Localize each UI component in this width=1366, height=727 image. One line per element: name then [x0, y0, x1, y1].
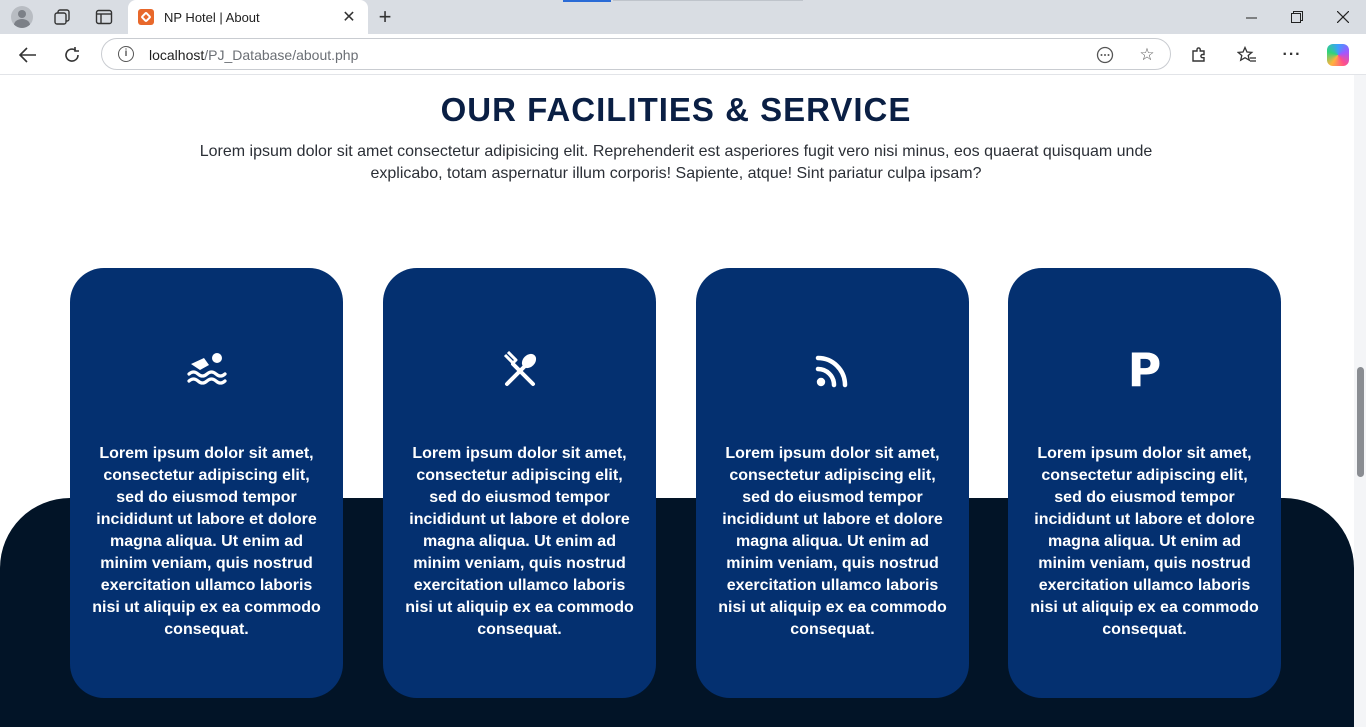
- address-bar[interactable]: i localhost/PJ_Database/about.php ☆: [101, 38, 1171, 70]
- facilities-intro: Lorem ipsum dolor sit amet consectetur a…: [199, 143, 1153, 182]
- browser-toolbar: i localhost/PJ_Database/about.php ☆ ···: [0, 34, 1366, 75]
- new-tab-button[interactable]: +: [372, 4, 398, 30]
- facilities-heading: OUR FACILITIES & SERVICE: [440, 91, 912, 128]
- back-arrow-icon[interactable]: [14, 41, 42, 69]
- page-viewport: OUR FACILITIES & SERVICE Lorem ipsum dol…: [0, 75, 1354, 727]
- facility-card-text: Lorem ipsum dolor sit amet, consectetur …: [718, 445, 947, 638]
- restore-window-icon[interactable]: [1274, 0, 1320, 34]
- extensions-puzzle-icon[interactable]: [1186, 42, 1212, 68]
- wifi-icon: [696, 344, 969, 396]
- tab-title: NP Hotel | About: [164, 9, 260, 25]
- copilot-icon[interactable]: [1325, 42, 1351, 68]
- facility-card-wifi: Lorem ipsum dolor sit amet, consectetur …: [696, 268, 969, 698]
- site-info-icon[interactable]: i: [118, 46, 134, 62]
- close-window-icon[interactable]: [1320, 0, 1366, 34]
- url-text[interactable]: localhost/PJ_Database/about.php: [149, 47, 358, 63]
- facility-card-text: Lorem ipsum dolor sit amet, consectetur …: [92, 445, 321, 638]
- tab-strip-divider: [613, 0, 803, 1]
- swimming-icon: [70, 344, 343, 396]
- favorite-star-icon[interactable]: ☆: [1137, 45, 1157, 65]
- favorites-list-icon[interactable]: [1234, 42, 1260, 68]
- profile-button[interactable]: [8, 5, 36, 29]
- facility-card-text: Lorem ipsum dolor sit amet, consectetur …: [1030, 445, 1259, 638]
- parking-icon: P: [1008, 344, 1281, 396]
- facility-card-dining: Lorem ipsum dolor sit amet, consectetur …: [383, 268, 656, 698]
- xampp-favicon-icon: [138, 9, 154, 25]
- immersive-reader-icon[interactable]: [1095, 45, 1115, 65]
- workspaces-icon[interactable]: [48, 5, 76, 29]
- scrollbar-thumb[interactable]: [1357, 367, 1364, 477]
- page-scrollbar[interactable]: [1354, 75, 1366, 727]
- parking-glyph: P: [1127, 343, 1162, 397]
- reload-icon[interactable]: [58, 41, 86, 69]
- minimize-window-icon[interactable]: [1228, 0, 1274, 34]
- utensils-icon: [383, 344, 656, 396]
- tab-strip-accent: [563, 0, 611, 2]
- facility-card-text: Lorem ipsum dolor sit amet, consectetur …: [405, 445, 634, 638]
- facility-card-pool: Lorem ipsum dolor sit amet, consectetur …: [70, 268, 343, 698]
- active-tab[interactable]: NP Hotel | About ✕: [128, 0, 368, 34]
- more-options-icon[interactable]: ···: [1279, 42, 1305, 68]
- url-host: localhost: [149, 47, 205, 63]
- facility-card-parking: P Lorem ipsum dolor sit amet, consectetu…: [1008, 268, 1281, 698]
- url-path: /PJ_Database/about.php: [204, 47, 359, 63]
- tab-actions-icon[interactable]: [90, 5, 118, 29]
- close-tab-icon[interactable]: ✕: [340, 7, 358, 27]
- tab-strip: NP Hotel | About ✕ +: [0, 0, 1366, 34]
- profile-avatar-icon: [11, 6, 33, 28]
